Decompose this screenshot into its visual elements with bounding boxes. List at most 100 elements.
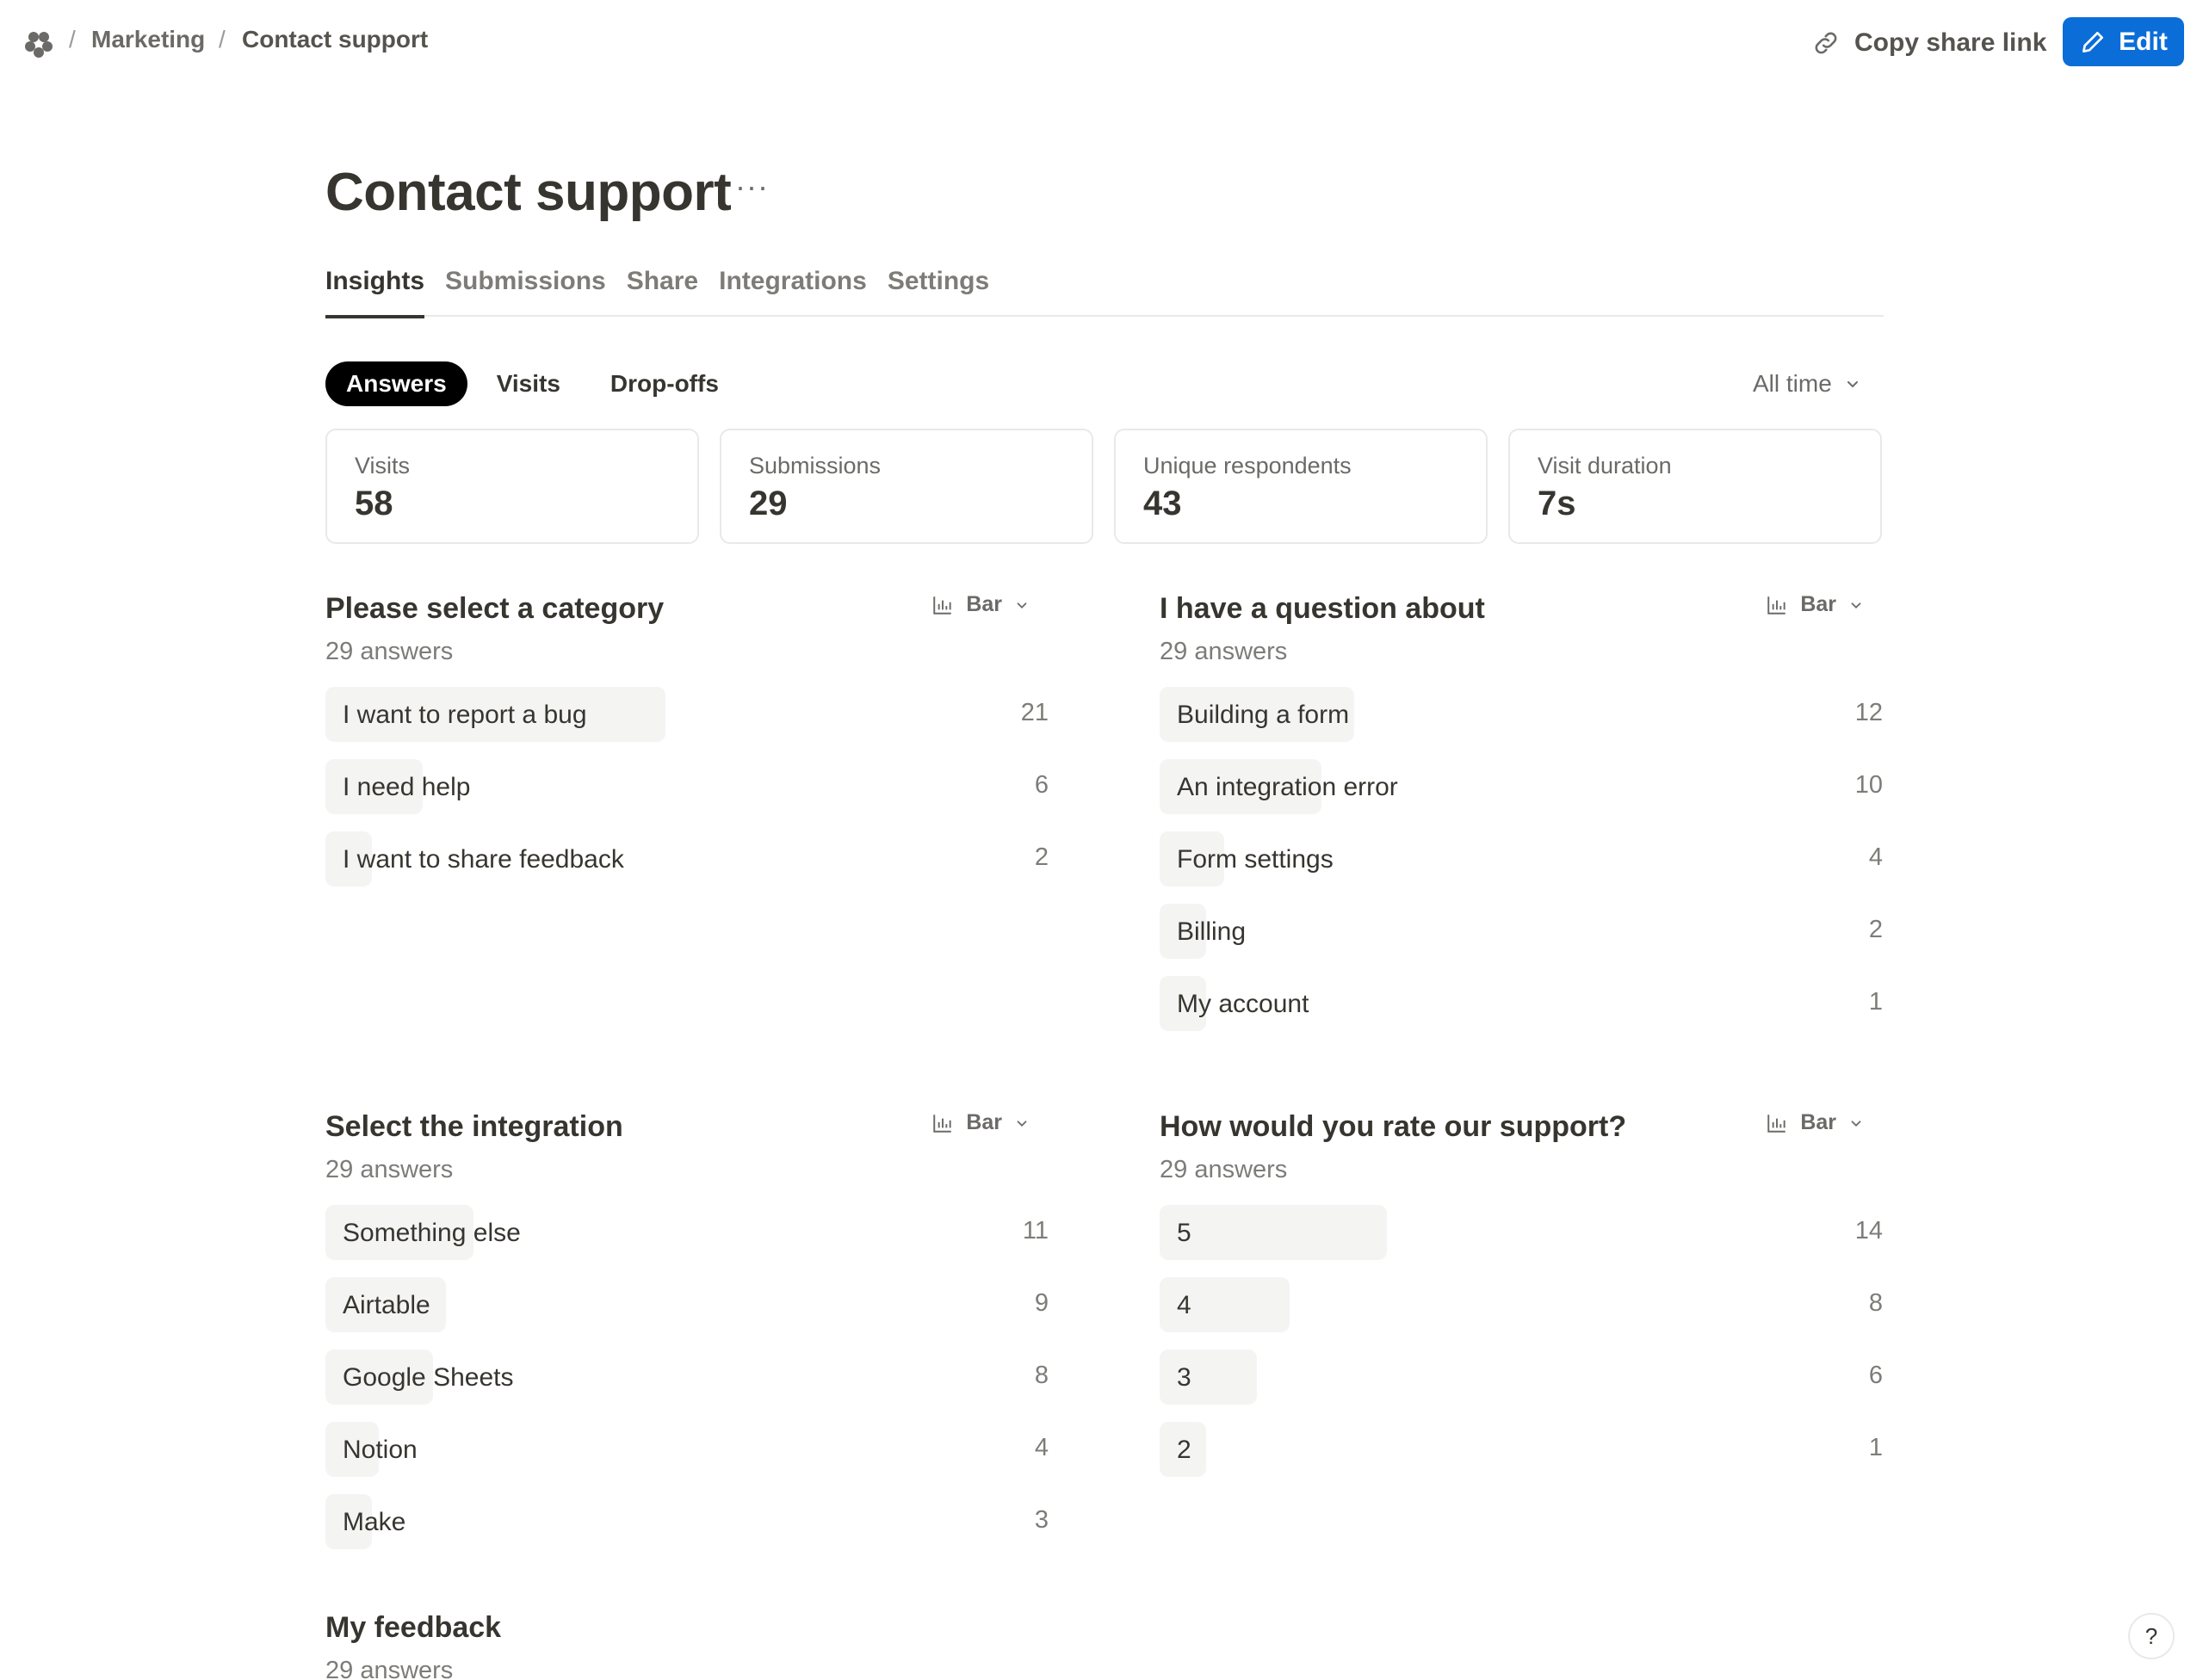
answer-value: 4 [1034,1434,1049,1461]
answer-row: Airtable 9 [325,1277,1049,1332]
answer-label: Airtable [343,1291,430,1319]
answer-label: I want to report a bug [343,701,587,729]
tab-share[interactable]: Share [627,263,698,317]
answer-value: 8 [1868,1289,1883,1317]
chart-type-select[interactable]: Bar [1766,592,1864,617]
answer-value: 2 [1034,843,1049,871]
page-title: Contact support [325,163,732,222]
answer-count: 29 answers [325,1156,454,1183]
answer-label: Google Sheets [343,1363,514,1392]
workspace-logo-icon[interactable] [24,29,53,59]
stat-value: 29 [749,485,788,522]
bar-chart-icon [933,596,952,615]
answer-row: Something else 11 [325,1205,1049,1260]
answer-value: 21 [1020,699,1049,726]
answer-value: 2 [1868,916,1883,943]
answer-row: Building a form 12 [1160,687,1883,742]
answer-label: Make [343,1508,406,1536]
answer-value: 6 [1868,1362,1883,1389]
link-icon [1815,32,1837,54]
answer-label: 4 [1177,1291,1191,1319]
pencil-icon [2083,31,2104,52]
tab-submissions[interactable]: Submissions [445,263,606,317]
answer-label: 2 [1177,1436,1191,1464]
stat-label: Visits [355,453,411,479]
answer-value: 4 [1868,843,1883,871]
answer-count: 29 answers [1160,638,1288,665]
answer-count: 29 answers [1160,1156,1288,1183]
chart-type-label: Bar [966,592,1002,616]
answer-value: 1 [1868,1434,1883,1461]
tab-bar: Insights Submissions Share Integrations … [325,263,1884,318]
answer-value: 10 [1854,771,1883,799]
copy-share-link-label: Copy share link [1854,28,2047,57]
answer-value: 6 [1034,771,1049,799]
question-block: How would you rate our support? 29 answer… [1160,1110,1883,1494]
subtab-visits[interactable]: Visits [476,361,581,406]
chevron-down-icon [1847,381,1858,388]
stat-card-visits: Visits 58 [325,429,699,544]
answer-value: 11 [1022,1217,1049,1245]
answer-list: I want to report a bug 21 I need help 6 I wa… [325,687,1049,886]
chevron-down-icon [1017,602,1027,608]
breadcrumb-contact-support[interactable]: Contact support [242,26,428,53]
stat-card-unique-respondents: Unique respondents 43 [1114,429,1488,544]
top-bar: / Marketing / Contact support Copy share… [0,0,2197,86]
chart-type-select[interactable]: Bar [931,592,1030,617]
answer-value: 3 [1034,1506,1049,1534]
chevron-down-icon [1017,1120,1027,1127]
chevron-down-icon [1851,602,1861,608]
subtab-answers[interactable]: Answers [325,361,467,406]
answer-label: 5 [1177,1219,1191,1247]
more-options-icon[interactable]: ··· [735,169,769,205]
edit-button[interactable]: Edit [2063,17,2184,66]
answer-row: Notion 4 [325,1422,1049,1477]
answer-row: Billing 2 [1160,904,1883,959]
answer-bar [1160,1350,1257,1405]
time-range-select[interactable]: All time [1753,370,1861,398]
answer-value: 14 [1854,1217,1883,1245]
question-block: Please select a category 29 answers Bar I w… [325,592,1049,904]
stat-label: Visit duration [1538,453,1672,479]
stat-label: Submissions [749,453,882,479]
answer-value: 1 [1868,988,1883,1016]
copy-share-link-button[interactable]: Copy share link [1811,24,2046,62]
answer-label: My account [1177,990,1309,1018]
tab-insights[interactable]: Insights [325,263,425,318]
chart-type-select[interactable]: Bar [931,1110,1030,1135]
answer-row: Form settings 4 [1160,831,1883,886]
answer-value: 8 [1034,1362,1049,1389]
breadcrumb-separator: / [219,26,226,52]
answer-row: I need help 6 [325,759,1049,814]
bar-chart-icon [933,1114,952,1133]
answer-label: Notion [343,1436,418,1464]
tab-integrations[interactable]: Integrations [719,263,867,317]
question-block: My feedback 29 answers [325,1611,1049,1680]
bar-chart-icon [1767,596,1786,615]
answer-row: I want to report a bug 21 [325,687,1049,742]
answer-count: 29 answers [325,638,454,665]
stat-label: Unique respondents [1143,453,1352,479]
subtab-drop-offs[interactable]: Drop-offs [590,361,740,406]
answer-row: 21 [1160,1422,1883,1477]
chart-type-select[interactable]: Bar [1766,1110,1864,1135]
answer-label: Something else [343,1219,521,1247]
time-range-value: All time [1753,370,1832,397]
answer-label: Building a form [1177,701,1350,729]
answer-row: 5 14 [1160,1205,1883,1260]
stat-value: 58 [355,485,393,522]
breadcrumb-marketing[interactable]: Marketing [91,26,205,53]
answer-row: Google Sheets 8 [325,1350,1049,1405]
answer-value: 9 [1034,1289,1049,1317]
bar-chart-icon [1767,1114,1786,1133]
tab-settings[interactable]: Settings [888,263,989,317]
help-button[interactable]: ? [2128,1613,2175,1659]
answer-label: An integration error [1177,773,1398,801]
answer-row: Make 3 [325,1494,1049,1549]
answer-list: Something else 11 Airtable 9 Google Sheets 8 N… [325,1205,1049,1549]
chevron-down-icon [1851,1120,1861,1127]
answer-label: I want to share feedback [343,845,624,874]
answer-list: 5 14 4 8 3 6 2 1 [1160,1205,1883,1477]
answer-label: Form settings [1177,845,1334,874]
answer-count: 29 answers [325,1657,454,1680]
